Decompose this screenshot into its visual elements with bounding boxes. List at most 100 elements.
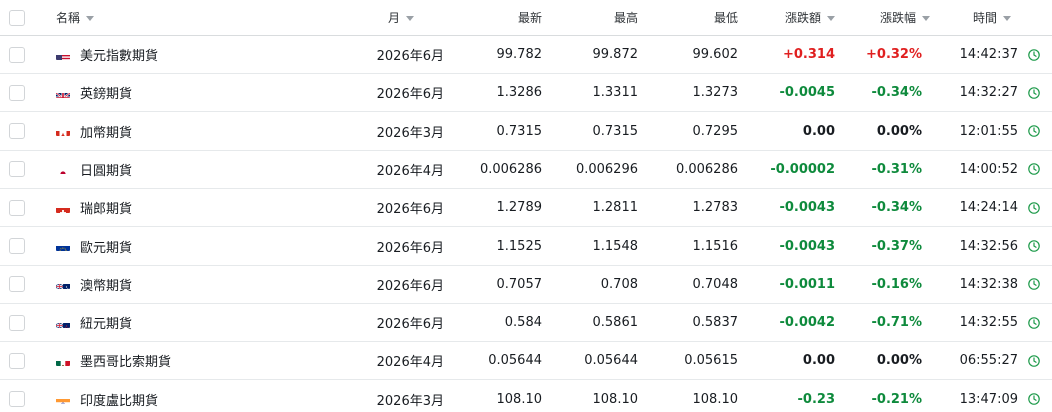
header-change-label: 漲跌額 bbox=[784, 11, 821, 25]
instrument-name[interactable]: 英鎊期貨 bbox=[80, 83, 132, 102]
sort-caret-icon bbox=[86, 15, 95, 21]
instrument-name-cell[interactable]: 澳幣期貨 bbox=[56, 266, 132, 303]
row-checkbox[interactable] bbox=[9, 46, 25, 63]
header-change[interactable]: 漲跌額 bbox=[785, 0, 835, 35]
low-price: 0.7295 bbox=[692, 123, 739, 139]
low-price: 0.5837 bbox=[692, 315, 739, 331]
change-percent: -0.37% bbox=[871, 238, 923, 254]
instrument-name[interactable]: 日圓期貨 bbox=[80, 160, 132, 179]
table-row[interactable]: 紐元期貨 2026年6月 0.584 0.5861 0.5837 -0.0042… bbox=[0, 304, 1052, 343]
high-price: 1.2811 bbox=[592, 200, 639, 216]
select-all-checkbox[interactable] bbox=[9, 9, 25, 26]
time-cell: 14:00:52 bbox=[960, 151, 1040, 188]
table-row[interactable]: 印度盧比期貨 2026年3月 108.10 108.10 108.10 -0.2… bbox=[0, 381, 1052, 412]
instrument-name[interactable]: 墨西哥比索期貨 bbox=[80, 351, 171, 370]
time-cell: 14:32:38 bbox=[960, 266, 1040, 303]
table-row[interactable]: 澳幣期貨 2026年6月 0.7057 0.708 0.7048 -0.0011… bbox=[0, 266, 1052, 304]
clock-icon bbox=[1028, 240, 1040, 252]
table-row[interactable]: 加幣期貨 2026年3月 0.7315 0.7315 0.7295 0.00 0… bbox=[0, 113, 1052, 151]
time-cell: 14:32:56 bbox=[960, 228, 1040, 265]
time-cell: 14:32:27 bbox=[960, 74, 1040, 111]
header-time[interactable]: 時間 bbox=[973, 0, 1011, 35]
clock-icon bbox=[1028, 163, 1040, 176]
row-checkbox[interactable] bbox=[9, 391, 25, 408]
change-percent: +0.32% bbox=[866, 47, 922, 62]
contract-month: 2026年3月 bbox=[376, 393, 444, 409]
change-percent: 0.00% bbox=[876, 353, 922, 369]
last-price: 0.584 bbox=[504, 315, 542, 331]
instrument-name[interactable]: 美元指數期貨 bbox=[80, 45, 158, 64]
low-price: 99.602 bbox=[692, 47, 739, 62]
row-checkbox[interactable] bbox=[9, 352, 25, 369]
last-price: 1.3286 bbox=[496, 85, 543, 101]
nz-flag-icon bbox=[56, 318, 70, 328]
row-checkbox[interactable] bbox=[9, 314, 25, 331]
contract-month: 2026年4月 bbox=[376, 163, 444, 179]
table-row[interactable]: 瑞郎期貨 2026年6月 1.2789 1.2811 1.2783 -0.004… bbox=[0, 189, 1052, 228]
time-cell: 13:47:09 bbox=[960, 381, 1040, 412]
high-price: 0.708 bbox=[600, 276, 638, 292]
change-percent: -0.31% bbox=[871, 161, 923, 177]
header-time-label: 時間 bbox=[972, 11, 997, 25]
row-checkbox[interactable] bbox=[9, 123, 25, 140]
futures-table: 名稱 月 最新 最高 最低 漲跌額 漲跌幅 時間 美元指數期貨 2026年6月 … bbox=[0, 0, 1052, 412]
ca-flag-icon bbox=[56, 126, 70, 137]
change-value: 0.00 bbox=[802, 123, 835, 139]
header-high[interactable]: 最高 bbox=[614, 0, 638, 35]
us-flag-icon bbox=[56, 50, 70, 60]
instrument-name[interactable]: 瑞郎期貨 bbox=[80, 198, 132, 217]
last-price: 0.7315 bbox=[496, 123, 543, 139]
update-time: 14:00:52 bbox=[959, 161, 1018, 177]
header-low[interactable]: 最低 bbox=[714, 0, 738, 35]
instrument-name-cell[interactable]: 紐元期貨 bbox=[56, 304, 132, 341]
contract-month: 2026年6月 bbox=[376, 278, 444, 294]
time-cell: 06:55:27 bbox=[960, 342, 1040, 379]
row-checkbox[interactable] bbox=[9, 199, 25, 216]
table-row[interactable]: 美元指數期貨 2026年6月 99.782 99.872 99.602 +0.3… bbox=[0, 36, 1052, 74]
last-price: 0.006286 bbox=[479, 161, 542, 177]
instrument-name[interactable]: 澳幣期貨 bbox=[80, 275, 132, 294]
header-low-label: 最低 bbox=[713, 11, 738, 25]
high-price: 0.006296 bbox=[575, 161, 638, 177]
header-last-label: 最新 bbox=[517, 11, 542, 25]
instrument-name[interactable]: 印度盧比期貨 bbox=[80, 390, 158, 409]
clock-icon bbox=[1028, 201, 1040, 214]
header-change-pct[interactable]: 漲跌幅 bbox=[880, 0, 930, 35]
table-row[interactable]: 英鎊期貨 2026年6月 1.3286 1.3311 1.3273 -0.004… bbox=[0, 74, 1052, 113]
instrument-name-cell[interactable]: 加幣期貨 bbox=[56, 113, 132, 150]
instrument-name-cell[interactable]: 日圓期貨 bbox=[56, 151, 132, 188]
low-price: 0.006286 bbox=[675, 161, 738, 177]
header-month[interactable]: 月 bbox=[388, 0, 414, 35]
instrument-name-cell[interactable]: 歐元期貨 bbox=[56, 228, 132, 265]
instrument-name-cell[interactable]: 美元指數期貨 bbox=[56, 36, 158, 73]
table-row[interactable]: 墨西哥比索期貨 2026年4月 0.05644 0.05644 0.05615 … bbox=[0, 342, 1052, 381]
table-row[interactable]: 歐元期貨 2026年6月 1.1525 1.1548 1.1516 -0.004… bbox=[0, 228, 1052, 266]
change-percent: -0.16% bbox=[871, 276, 923, 292]
instrument-name[interactable]: 紐元期貨 bbox=[80, 313, 132, 332]
header-high-label: 最高 bbox=[613, 11, 638, 25]
header-last[interactable]: 最新 bbox=[518, 0, 542, 35]
header-name[interactable]: 名稱 bbox=[56, 0, 95, 35]
instrument-name[interactable]: 歐元期貨 bbox=[80, 237, 132, 256]
table-row[interactable]: 日圓期貨 2026年4月 0.006286 0.006296 0.006286 … bbox=[0, 151, 1052, 189]
change-value: -0.0043 bbox=[779, 238, 835, 254]
row-checkbox[interactable] bbox=[9, 161, 25, 178]
high-price: 0.05644 bbox=[584, 353, 638, 369]
contract-month: 2026年3月 bbox=[376, 125, 444, 141]
instrument-name-cell[interactable]: 墨西哥比索期貨 bbox=[56, 342, 171, 379]
row-checkbox[interactable] bbox=[9, 276, 25, 293]
instrument-name-cell[interactable]: 印度盧比期貨 bbox=[56, 381, 158, 412]
instrument-name-cell[interactable]: 英鎊期貨 bbox=[56, 74, 132, 111]
last-price: 99.782 bbox=[496, 47, 543, 62]
time-cell: 14:32:55 bbox=[960, 304, 1040, 341]
last-price: 1.1525 bbox=[496, 238, 543, 254]
instrument-name-cell[interactable]: 瑞郎期貨 bbox=[56, 189, 132, 226]
row-checkbox[interactable] bbox=[9, 84, 25, 101]
time-cell: 14:24:14 bbox=[960, 189, 1040, 226]
header-name-label: 名稱 bbox=[56, 11, 81, 25]
high-price: 0.7315 bbox=[592, 123, 639, 139]
low-price: 1.3273 bbox=[692, 85, 739, 101]
instrument-name[interactable]: 加幣期貨 bbox=[80, 122, 132, 141]
change-percent: -0.71% bbox=[871, 315, 923, 331]
row-checkbox[interactable] bbox=[9, 238, 25, 254]
